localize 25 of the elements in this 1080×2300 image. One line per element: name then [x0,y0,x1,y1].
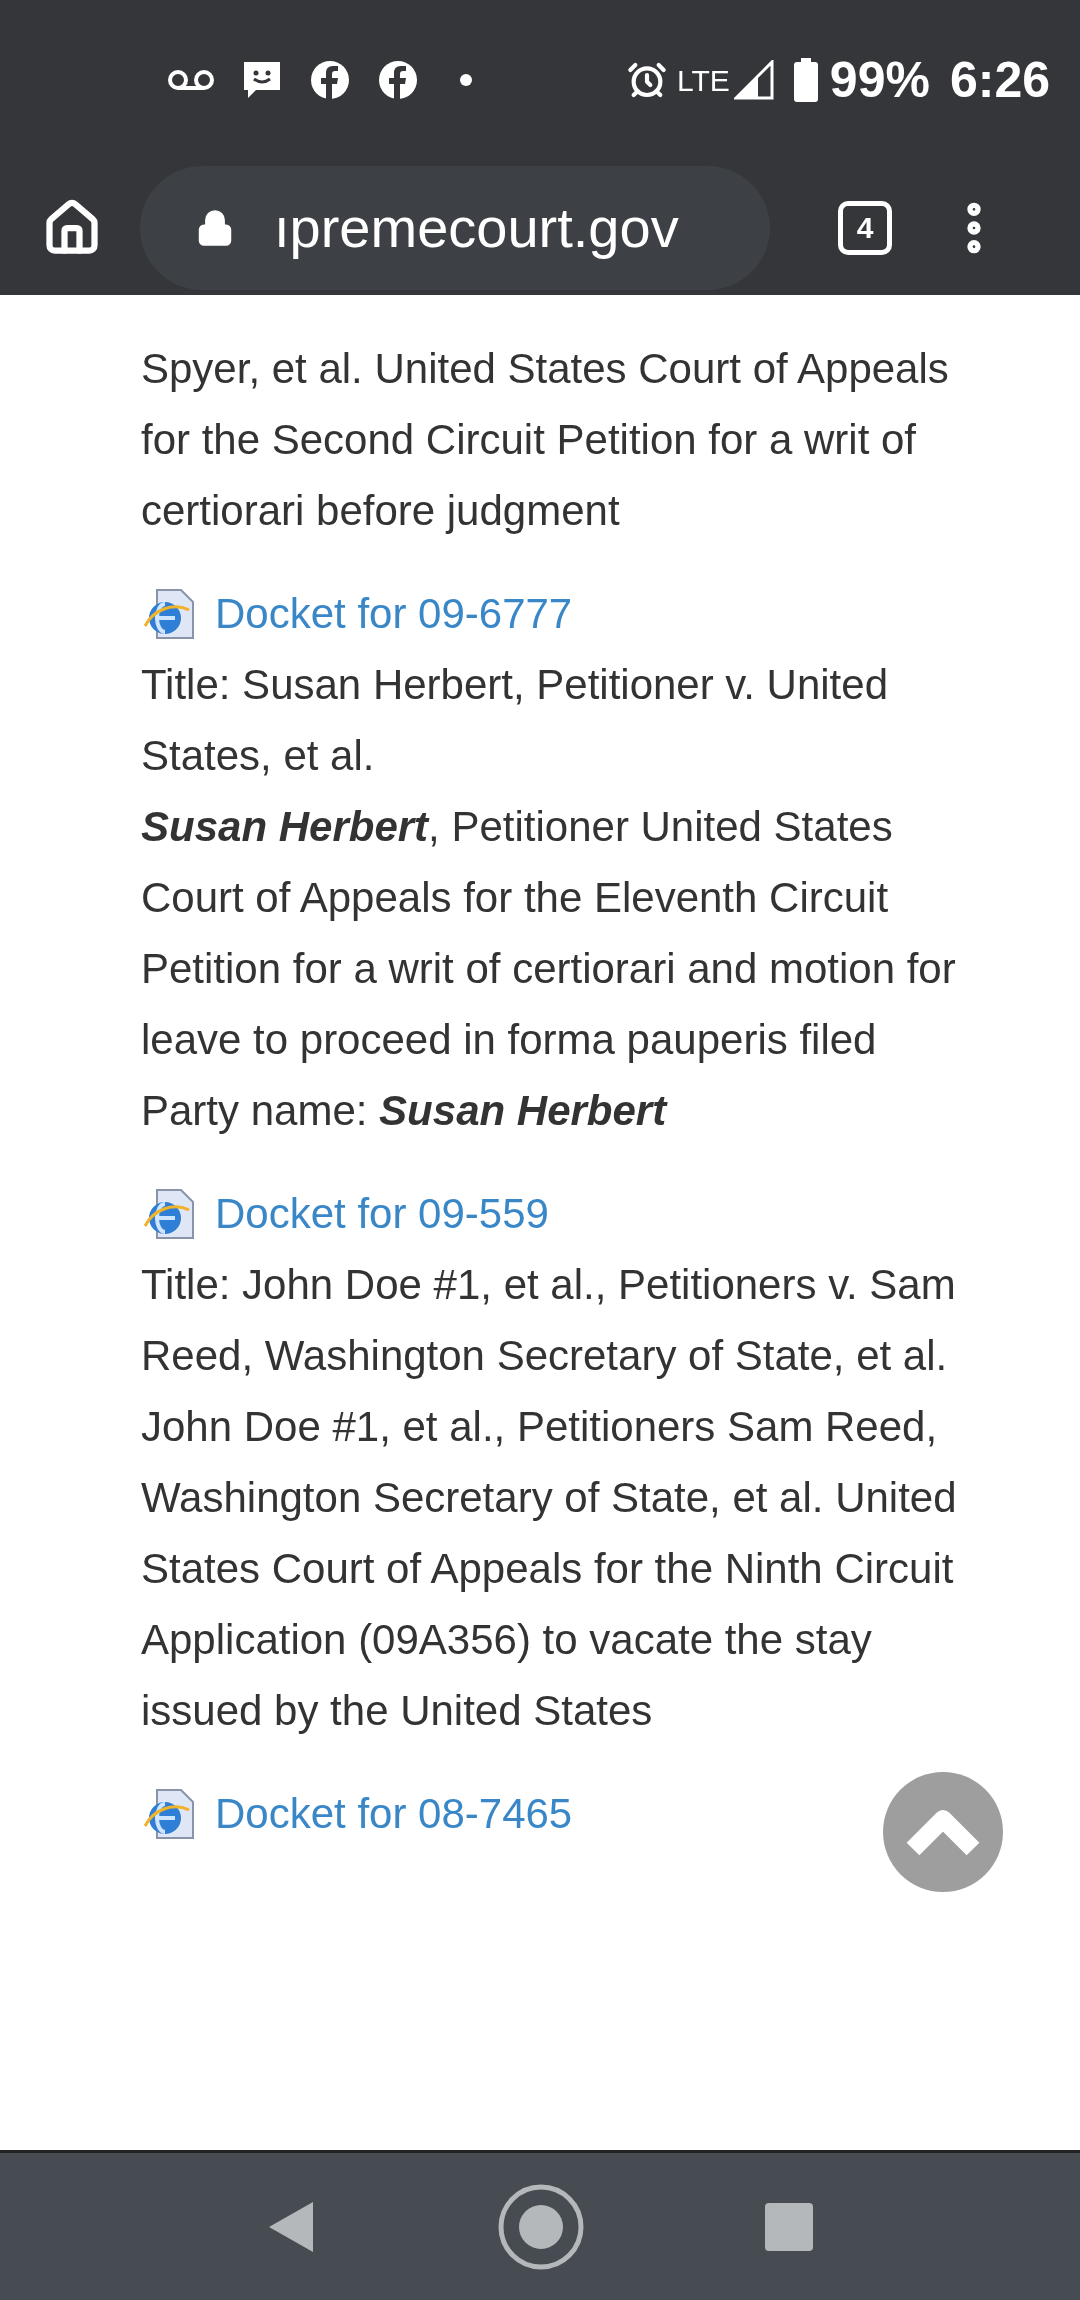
facebook-icon [378,60,418,100]
case-description: Spyer, et al. United States Court of Appeals for the Second Circuit Petition for a writ of certiorari before judgment [141,344,950,536]
alarm-icon [627,60,668,100]
recents-icon[interactable] [765,2202,813,2251]
case-title: Title: Susan Herbert, Petitioner v. United States, et al. [141,660,889,781]
url-text: ıpremecourt.gov [274,194,679,261]
docket-link[interactable]: Docket for 09-6777 [215,578,573,649]
docket-link[interactable]: Docket for 09-559 [215,1178,549,1249]
chevron-up-icon [905,1807,981,1857]
case-description: Susan Herbert, Petitioner United States Court of Appeals for the Eleventh Circuit Petition for a writ of certiorari and motion for leave to proceed in forma pauperis filed Party name: Susan Herbert [141,802,957,1136]
clock-time: 6:26 [949,50,1050,110]
battery-icon [793,58,818,102]
lock-icon [196,208,234,247]
facebook-icon [310,60,350,100]
tab-count-button[interactable]: 4 [838,200,892,255]
voicemail-icon [168,69,214,91]
battery-percentage: 99% [829,50,930,110]
home-button-icon[interactable] [497,2182,585,2271]
chat-icon [242,60,282,100]
signal-icon [733,60,774,100]
network-type: LTE [677,62,730,99]
case-title: Title: John Doe #1, et al., Petitioners v. Sam Reed, Washington Secretary of State, et al. [141,1260,957,1381]
docket-link[interactable]: Docket for 08-7465 [215,1778,573,1849]
address-bar[interactable]: ıpremecourt.gov [140,165,770,290]
case-description: John Doe #1, et al., Petitioners Sam Reed, Washington Secretary of State, et al. United States Court of Appeals for the Ninth Circuit Application (09A356) to vacate the stay issued by the United States [141,1402,958,1736]
